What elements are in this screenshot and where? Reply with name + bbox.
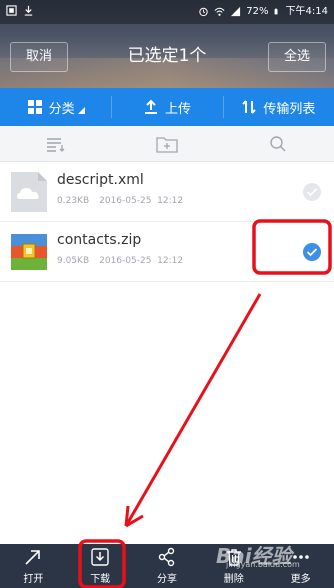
- unchecked-circle-icon[interactable]: [302, 182, 322, 202]
- new-folder-button[interactable]: [111, 126, 222, 161]
- download-button[interactable]: 下载: [67, 544, 134, 588]
- clock: 下午4:14: [285, 6, 328, 17]
- alarm-icon: [199, 7, 208, 17]
- list-item[interactable]: descript.xml 0.23KB 2016-05-25 12:12: [0, 162, 334, 222]
- share-label: 分享: [156, 574, 177, 585]
- download-icon: [91, 548, 109, 566]
- page-title: 已选定1个: [127, 46, 207, 66]
- transfer-icon: [242, 100, 257, 114]
- watermark-url: jingyan.baidu.com: [226, 560, 300, 569]
- file-meta: 9.05KB 2016-05-25 12:12: [57, 256, 183, 266]
- cloud-file-icon: [11, 172, 47, 212]
- corner-triangle-icon: [77, 106, 85, 114]
- header: 72% 下午4:14 取消 已选定1个 全选: [0, 0, 334, 88]
- pointer-arrow: [124, 293, 262, 527]
- cancel-button[interactable]: 取消: [10, 42, 68, 72]
- file-name: contacts.zip: [57, 232, 142, 248]
- tab-bar: 分类 上传 传输列表: [0, 88, 334, 126]
- file-size: 0.23KB: [57, 196, 90, 206]
- select-all-button[interactable]: 全选: [268, 42, 326, 72]
- download-notify-icon: [24, 5, 33, 16]
- grid-icon: [27, 100, 42, 114]
- tab-upload-label: 上传: [164, 101, 191, 117]
- list-item[interactable]: contacts.zip 9.05KB 2016-05-25 12:12: [0, 222, 334, 282]
- tab-category-label: 分类: [48, 101, 75, 117]
- screenshot-icon: [6, 5, 17, 16]
- file-date: 2016-05-25 12:12: [99, 256, 184, 266]
- battery-icon: [274, 8, 278, 15]
- open-label: 打开: [23, 574, 44, 585]
- checked-circle-icon[interactable]: [302, 242, 322, 262]
- file-name: descript.xml: [57, 172, 144, 188]
- tab-upload[interactable]: 上传: [111, 88, 222, 126]
- file-size: 9.05KB: [57, 256, 90, 266]
- share-icon: [158, 547, 175, 567]
- more-label: 更多: [290, 574, 311, 585]
- search-button[interactable]: [223, 126, 334, 161]
- tab-category[interactable]: 分类: [0, 88, 111, 126]
- status-bar: 72% 下午4:14: [0, 0, 334, 24]
- open-button[interactable]: 打开: [0, 544, 67, 588]
- battery-percent: 72%: [246, 6, 269, 17]
- arrow-head: [124, 505, 144, 528]
- wifi-icon: [214, 7, 225, 16]
- file-date: 2016-05-25 12:12: [99, 196, 184, 206]
- tab-transfer-list-label: 传输列表: [263, 101, 316, 117]
- signal-icon: [231, 6, 241, 17]
- file-meta: 0.23KB 2016-05-25 12:12: [57, 196, 183, 206]
- sort-list-icon: [46, 137, 65, 152]
- zip-archive-icon: [11, 234, 47, 270]
- toolbar: [0, 126, 334, 162]
- download-label: 下载: [90, 574, 111, 585]
- share-button[interactable]: 分享: [134, 544, 201, 588]
- delete-label: 删除: [223, 574, 244, 585]
- open-arrow-icon: [25, 550, 41, 565]
- new-folder-icon: [156, 136, 178, 153]
- sort-button[interactable]: [0, 126, 111, 161]
- tab-transfer-list[interactable]: 传输列表: [222, 88, 334, 126]
- upload-icon: [144, 99, 157, 114]
- search-icon: [270, 135, 286, 152]
